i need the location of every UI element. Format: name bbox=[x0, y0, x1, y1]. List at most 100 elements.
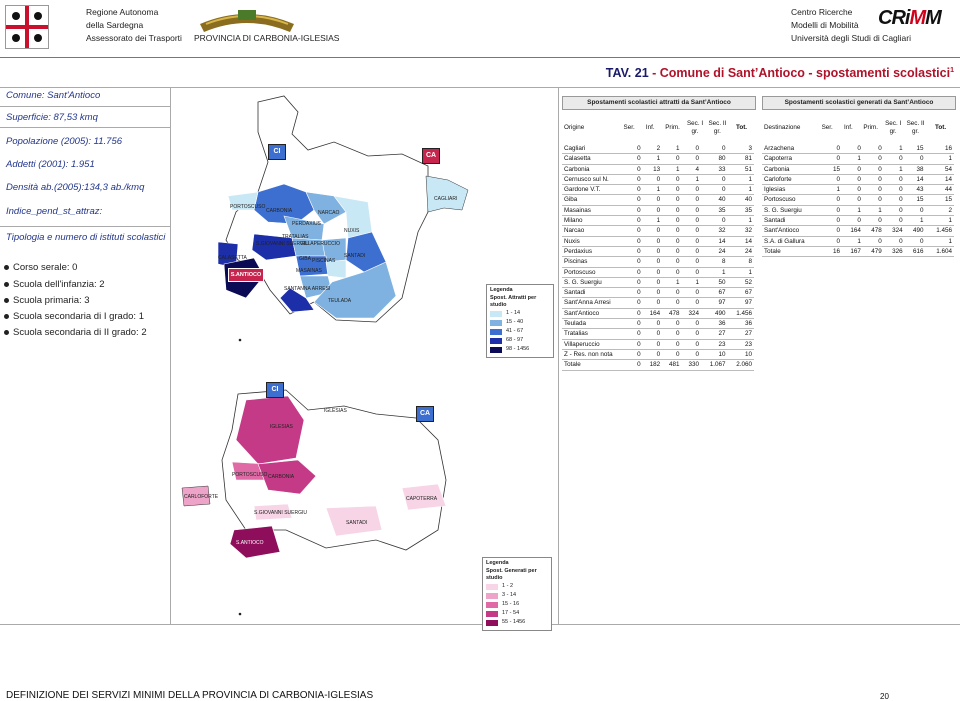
value-cell: 35 bbox=[700, 205, 728, 217]
value-cell: 0 bbox=[862, 174, 884, 186]
value-cell: 1.456 bbox=[925, 225, 954, 237]
tipologia-heading: Tipologia e numero di istituti scolastic… bbox=[6, 232, 166, 243]
value-cell: 1 bbox=[883, 164, 905, 175]
value-cell: 14 bbox=[925, 174, 954, 186]
value-cell: 0 bbox=[700, 174, 728, 186]
map-label: SANTADI bbox=[344, 253, 365, 259]
value-cell: 0 bbox=[681, 297, 701, 309]
ci-tag: CI bbox=[266, 382, 284, 398]
value-cell: 14 bbox=[700, 236, 728, 247]
row-label-cell: Calasetta bbox=[562, 153, 633, 165]
value-cell: 0 bbox=[642, 236, 663, 247]
value-cell: 0 bbox=[681, 236, 701, 247]
value-cell: 0 bbox=[681, 215, 701, 227]
comune-label: Comune: Sant'Antioco bbox=[6, 90, 101, 101]
row-label-cell: Totale bbox=[562, 359, 633, 371]
row-label-cell: Santadi bbox=[762, 215, 827, 227]
table-attratti-header: Origine Ser. Inf. Prim. Sec. I gr. Sec. … bbox=[562, 120, 754, 136]
value-cell: 1.067 bbox=[700, 359, 728, 371]
value-cell: 1 bbox=[662, 164, 682, 175]
value-cell: 0 bbox=[904, 205, 926, 217]
value-cell: 0 bbox=[826, 215, 843, 227]
value-cell: 0 bbox=[632, 184, 643, 196]
value-cell: 0 bbox=[700, 144, 728, 155]
value-cell: 0 bbox=[632, 174, 643, 186]
table-row: Narcao 0 0 0 0 32 32 bbox=[562, 225, 754, 237]
table-row: Villaperuccio 0 0 0 0 23 23 bbox=[562, 339, 754, 350]
logo-part-2: M bbox=[909, 7, 926, 29]
value-cell: 167 bbox=[842, 246, 863, 258]
value-cell: 0 bbox=[632, 225, 643, 237]
row-label-cell: Portoscuso bbox=[562, 267, 633, 278]
ca-tag: CA bbox=[416, 406, 434, 422]
legend-label: 98 - 1456 bbox=[506, 346, 530, 353]
col-header: Sec. II gr. bbox=[906, 120, 925, 135]
value-cell: 490 bbox=[700, 308, 728, 320]
value-cell: 81 bbox=[727, 153, 754, 165]
crimm-logo: CRiMM bbox=[878, 7, 942, 30]
map-label: CALASETTA bbox=[218, 255, 247, 261]
map-label: PORTOSCUSO bbox=[232, 472, 267, 478]
value-cell: 0 bbox=[632, 215, 643, 227]
value-cell: 0 bbox=[883, 215, 905, 227]
map-label: GIBA bbox=[299, 256, 312, 262]
legend-row: 15 - 40 bbox=[490, 319, 550, 328]
value-cell: 0 bbox=[862, 153, 884, 165]
col-header: Prim. bbox=[863, 124, 879, 131]
value-cell: 54 bbox=[925, 164, 954, 175]
value-cell: 0 bbox=[662, 318, 682, 330]
table-generati-header: Destinazione Ser. Inf. Prim. Sec. I gr. … bbox=[762, 120, 954, 136]
superficie-label: Superficie: 87,53 kmq bbox=[6, 112, 98, 123]
table-row: Portoscuso 0 0 0 0 1 1 bbox=[562, 267, 754, 278]
legend-row: 15 - 16 bbox=[486, 601, 548, 610]
map-label: TEULADA bbox=[328, 298, 352, 304]
value-cell: 0 bbox=[632, 318, 643, 330]
map-label: CARBONIA bbox=[266, 208, 293, 214]
map-label: S.GIOVANNI SUERGIU bbox=[254, 510, 307, 516]
legend-label: 55 - 1456 bbox=[502, 619, 526, 626]
col-header: Ser. bbox=[821, 124, 833, 131]
table-row: Carbonia 15 0 0 1 38 54 bbox=[762, 164, 954, 175]
value-cell: 1 bbox=[883, 144, 905, 155]
value-cell: 0 bbox=[904, 236, 926, 247]
value-cell: 0 bbox=[826, 205, 843, 217]
value-cell: 0 bbox=[681, 205, 701, 217]
value-cell: 0 bbox=[642, 194, 663, 206]
value-cell: 14 bbox=[904, 174, 926, 186]
value-cell: 0 bbox=[642, 349, 663, 361]
addetti-label: Addetti (2001): 1.951 bbox=[6, 159, 95, 170]
value-cell: 8 bbox=[727, 256, 754, 268]
legend-swatch bbox=[490, 347, 502, 353]
row-label-cell: Z - Res. non nota bbox=[562, 349, 633, 361]
table-row: Cernusco sul N. 0 0 0 1 0 1 bbox=[562, 174, 754, 186]
value-cell: 1 bbox=[662, 144, 682, 155]
col-header: Inf. bbox=[844, 124, 853, 131]
value-cell: 0 bbox=[862, 236, 884, 247]
value-cell: 2 bbox=[642, 144, 663, 155]
sardinia-crest-logo bbox=[5, 5, 49, 49]
value-cell: 44 bbox=[925, 184, 954, 196]
value-cell: 16 bbox=[826, 246, 843, 258]
value-cell: 0 bbox=[681, 194, 701, 206]
row-label-cell: Carbonia bbox=[562, 164, 633, 175]
value-cell: 0 bbox=[642, 328, 663, 340]
map-label: NARCAO bbox=[318, 210, 340, 216]
value-cell: 38 bbox=[904, 164, 926, 175]
value-cell: 27 bbox=[700, 328, 728, 340]
value-cell: 0 bbox=[883, 153, 905, 165]
value-cell: 1 bbox=[727, 184, 754, 196]
value-cell: 1 bbox=[862, 205, 884, 217]
table-row: S.A. di Gallura 0 1 0 0 0 1 bbox=[762, 236, 954, 247]
table-row: Carbonia 0 13 1 4 33 51 bbox=[562, 164, 754, 175]
table-row: Milano 0 1 0 0 0 1 bbox=[562, 215, 754, 227]
value-cell: 0 bbox=[842, 194, 863, 206]
value-cell: 0 bbox=[662, 297, 682, 309]
left-divider-2 bbox=[0, 127, 170, 128]
value-cell: 15 bbox=[925, 194, 954, 206]
legend-label: 1 - 2 bbox=[502, 583, 514, 590]
map-label: MASAINAS bbox=[296, 268, 323, 274]
legend-generati: Legenda Spost. Generati per studio 1 - 2… bbox=[482, 557, 552, 631]
table-row: Z - Res. non nota 0 0 0 0 10 10 bbox=[562, 349, 754, 361]
legend-swatch bbox=[486, 602, 498, 608]
value-cell: 2.060 bbox=[727, 359, 754, 371]
